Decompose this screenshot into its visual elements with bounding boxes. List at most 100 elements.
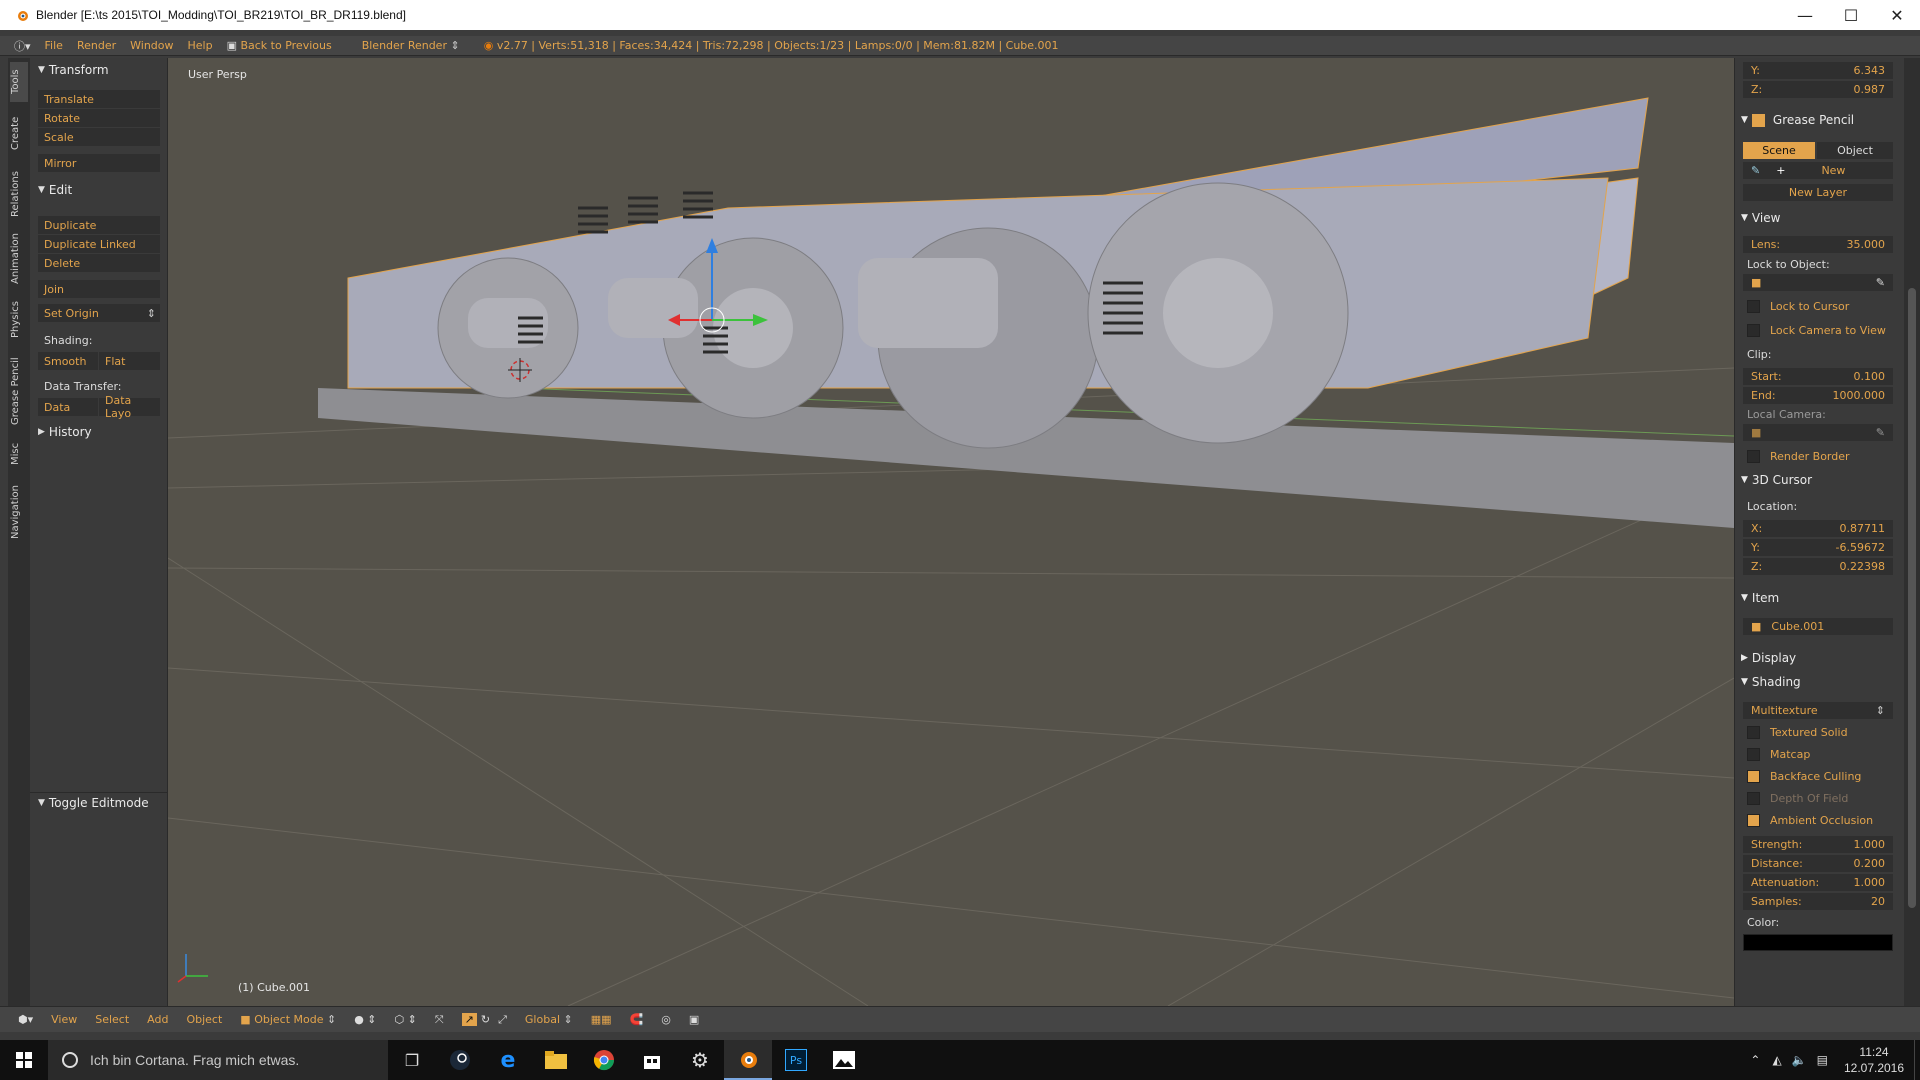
render-border-checkbox[interactable]: Render Border bbox=[1747, 450, 1850, 463]
duplicate-button[interactable]: Duplicate bbox=[38, 216, 160, 234]
settings-icon[interactable]: ⚙ bbox=[676, 1040, 724, 1080]
properties-scrollbar[interactable] bbox=[1904, 58, 1920, 1006]
clip-end-field[interactable]: End: 1000.000 bbox=[1743, 387, 1893, 404]
editor-type-icon[interactable]: ⬢▾ bbox=[18, 1013, 33, 1026]
cortana-search[interactable]: Ich bin Cortana. Frag mich etwas. bbox=[48, 1040, 388, 1080]
start-button[interactable] bbox=[0, 1040, 48, 1080]
show-desktop-button[interactable] bbox=[1914, 1040, 1920, 1080]
view-panel-header[interactable]: ▼ View bbox=[1735, 208, 1904, 228]
steam-icon[interactable] bbox=[436, 1040, 484, 1080]
tab-tools[interactable]: Tools bbox=[10, 62, 28, 102]
history-panel-header[interactable]: ▶ History bbox=[30, 422, 168, 442]
close-button[interactable]: ✕ bbox=[1874, 0, 1920, 30]
location-y-field[interactable]: Y: 6.343 bbox=[1743, 62, 1893, 79]
layers-icon[interactable]: ▦▦ bbox=[591, 1013, 612, 1026]
textured-solid-checkbox[interactable]: Textured Solid bbox=[1747, 726, 1848, 739]
menu-add[interactable]: Add bbox=[147, 1013, 168, 1026]
lens-field[interactable]: Lens: 35.000 bbox=[1743, 236, 1893, 253]
ambient-occlusion-checkbox[interactable]: Ambient Occlusion bbox=[1747, 814, 1873, 827]
grease-pencil-toggle[interactable] bbox=[1751, 113, 1765, 127]
maximize-button[interactable]: ☐ bbox=[1828, 0, 1874, 30]
scale-button[interactable]: Scale bbox=[38, 128, 160, 146]
pivot-icon[interactable]: ⬡ ⇕ bbox=[395, 1013, 417, 1026]
display-panel-header[interactable]: ▶ Display bbox=[1735, 648, 1904, 668]
render-icon[interactable]: ▣ bbox=[689, 1013, 699, 1026]
menu-window[interactable]: Window bbox=[130, 39, 173, 52]
chevron-up-icon[interactable]: ⌃ bbox=[1750, 1053, 1760, 1067]
rotate-button[interactable]: Rotate bbox=[38, 109, 160, 127]
menu-file[interactable]: File bbox=[45, 39, 63, 52]
gp-object-toggle[interactable]: Object bbox=[1817, 142, 1893, 159]
action-center-icon[interactable]: ▤ bbox=[1817, 1053, 1828, 1067]
render-engine-select[interactable]: Blender Render ⇕ bbox=[362, 39, 460, 52]
lock-camera-checkbox[interactable]: Lock Camera to View bbox=[1747, 324, 1886, 337]
ao-strength-field[interactable]: Strength: 1.000 bbox=[1743, 836, 1893, 853]
back-to-previous-button[interactable]: ▣ Back to Previous bbox=[227, 39, 332, 52]
gp-new-layer-button[interactable]: New Layer bbox=[1743, 184, 1893, 201]
ao-attenuation-field[interactable]: Attenuation: 1.000 bbox=[1743, 874, 1893, 891]
translate-button[interactable]: Translate bbox=[38, 90, 160, 108]
menu-view[interactable]: View bbox=[51, 1013, 77, 1026]
tab-physics[interactable]: Physics bbox=[10, 294, 28, 346]
scale-tool-icon[interactable]: ⤢ bbox=[498, 1013, 507, 1027]
transform-panel-header[interactable]: ▼ Transform bbox=[30, 60, 168, 80]
clock[interactable]: 11:24 12.07.2016 bbox=[1834, 1044, 1914, 1076]
editor-type-icon[interactable]: ⓘ▾ bbox=[14, 38, 31, 54]
photos-icon[interactable] bbox=[820, 1040, 868, 1080]
volume-icon[interactable]: 🔈 bbox=[1792, 1053, 1807, 1067]
cursor-y-field[interactable]: Y: -6.59672 bbox=[1743, 539, 1893, 556]
tab-grease-pencil[interactable]: Grease Pencil bbox=[10, 350, 28, 432]
scrollbar-thumb[interactable] bbox=[1908, 288, 1916, 908]
gp-scene-toggle[interactable]: Scene bbox=[1743, 142, 1815, 159]
network-icon[interactable]: ◭ bbox=[1772, 1053, 1781, 1067]
menu-select[interactable]: Select bbox=[95, 1013, 129, 1026]
tab-relations[interactable]: Relations bbox=[10, 164, 28, 224]
item-name-field[interactable]: ■ Cube.001 bbox=[1743, 618, 1893, 635]
item-panel-header[interactable]: ▼ Item bbox=[1735, 588, 1904, 608]
edit-panel-header[interactable]: ▼ Edit bbox=[30, 180, 168, 200]
backface-culling-checkbox[interactable]: Backface Culling bbox=[1747, 770, 1861, 783]
blender-taskbar-icon[interactable] bbox=[724, 1040, 772, 1080]
ao-samples-field[interactable]: Samples: 20 bbox=[1743, 893, 1893, 910]
shading-mode-dropdown[interactable]: Multitexture ⇕ bbox=[1743, 702, 1893, 719]
data-transfer-button[interactable]: Data bbox=[38, 398, 98, 416]
store-icon[interactable] bbox=[628, 1040, 676, 1080]
ao-color-swatch[interactable] bbox=[1743, 934, 1893, 951]
local-camera-field[interactable]: ■ ✎ bbox=[1743, 424, 1893, 441]
minimize-button[interactable]: — bbox=[1782, 0, 1828, 30]
join-button[interactable]: Join bbox=[38, 280, 160, 298]
clip-start-field[interactable]: Start: 0.100 bbox=[1743, 368, 1893, 385]
toggle-editmode-header[interactable]: ▼ Toggle Editmode bbox=[30, 792, 168, 812]
grease-pencil-panel-header[interactable]: ▼ Grease Pencil bbox=[1735, 110, 1904, 130]
shading-panel-header[interactable]: ▼ Shading bbox=[1735, 672, 1904, 692]
manipulator-icon[interactable]: ⤧ bbox=[435, 1013, 444, 1027]
delete-button[interactable]: Delete bbox=[38, 254, 160, 272]
gp-new-button[interactable]: ✎ + New bbox=[1743, 162, 1893, 179]
rotate-tool-icon[interactable]: ↻ bbox=[481, 1013, 490, 1026]
translate-tool-icon[interactable]: ↗ bbox=[461, 1013, 477, 1026]
photoshop-icon[interactable]: Ps bbox=[772, 1040, 820, 1080]
depth-of-field-checkbox[interactable]: Depth Of Field bbox=[1747, 792, 1848, 805]
tab-create[interactable]: Create bbox=[10, 106, 28, 160]
ao-distance-field[interactable]: Distance: 0.200 bbox=[1743, 855, 1893, 872]
tab-animation[interactable]: Animation bbox=[10, 228, 28, 290]
location-z-field[interactable]: Z: 0.987 bbox=[1743, 81, 1893, 98]
chrome-icon[interactable] bbox=[580, 1040, 628, 1080]
smooth-button[interactable]: Smooth bbox=[38, 352, 98, 370]
proportional-edit-icon[interactable]: ◎ bbox=[661, 1013, 671, 1026]
snap-icon[interactable]: 🧲 bbox=[630, 1013, 644, 1026]
3d-viewport[interactable]: User Persp (1) Cube.001 bbox=[168, 58, 1734, 1006]
duplicate-linked-button[interactable]: Duplicate Linked bbox=[38, 235, 160, 253]
flat-button[interactable]: Flat bbox=[99, 352, 160, 370]
cursor-x-field[interactable]: X: 0.87711 bbox=[1743, 520, 1893, 537]
set-origin-dropdown[interactable]: Set Origin ⇕ bbox=[38, 304, 160, 322]
tab-misc[interactable]: Misc bbox=[10, 436, 28, 472]
lock-object-field[interactable]: ■ ✎ bbox=[1743, 274, 1893, 291]
mode-dropdown[interactable]: ■ Object Mode ⇕ bbox=[240, 1013, 336, 1026]
orientation-dropdown[interactable]: Global ⇕ bbox=[525, 1013, 573, 1026]
menu-help[interactable]: Help bbox=[188, 39, 213, 52]
data-layout-button[interactable]: Data Layo bbox=[99, 394, 160, 420]
menu-object[interactable]: Object bbox=[186, 1013, 222, 1026]
mirror-button[interactable]: Mirror bbox=[38, 154, 160, 172]
lock-to-cursor-checkbox[interactable]: Lock to Cursor bbox=[1747, 300, 1849, 313]
